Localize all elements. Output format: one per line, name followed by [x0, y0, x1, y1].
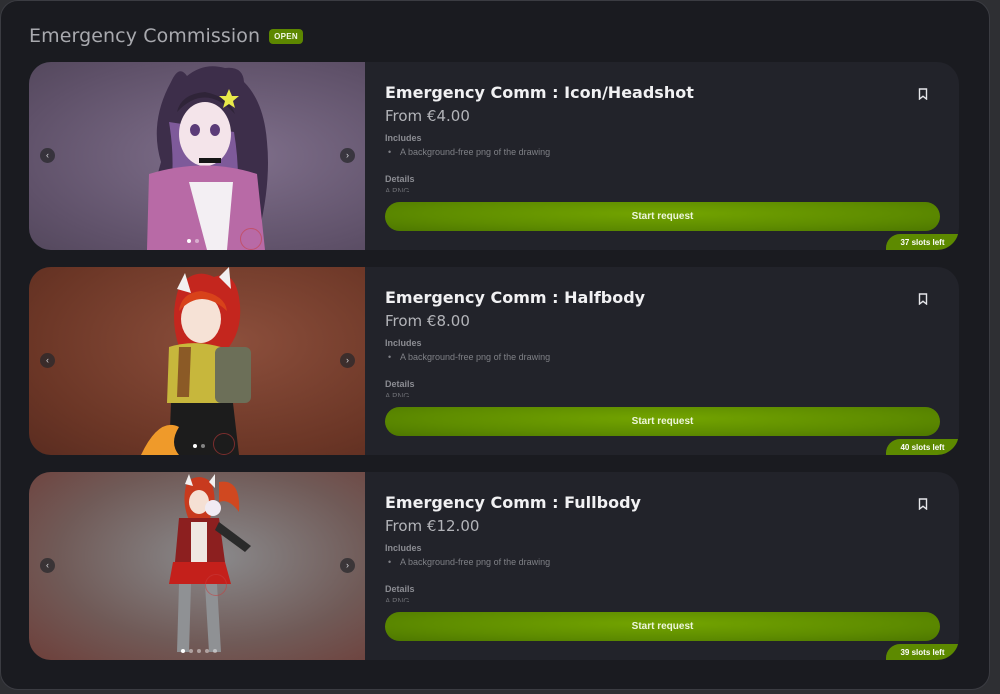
commission-card-headshot: ‹ › Emergency Comm : Icon/Headshot From … [29, 62, 959, 250]
start-request-button[interactable]: Start request [385, 407, 940, 436]
prev-image-button[interactable]: ‹ [40, 148, 55, 163]
commission-price: From €12.00 [385, 517, 480, 535]
image-dots [181, 649, 217, 653]
details-item: A PNG [385, 187, 410, 192]
status-badge: OPEN [269, 28, 304, 44]
card-info: Emergency Comm : Halfbody From €8.00 Inc… [385, 267, 959, 455]
section-header: Emergency Commission OPEN [29, 25, 304, 47]
details-item: A PNG [385, 392, 410, 397]
artist-watermark [205, 574, 227, 596]
next-image-button[interactable]: › [340, 148, 355, 163]
commission-card-halfbody: ‹ › Emergency Comm : Halfbody From €8.00… [29, 267, 959, 455]
image-dot[interactable] [201, 444, 205, 448]
image-gallery[interactable]: ‹ › [29, 62, 365, 250]
commission-price: From €8.00 [385, 312, 470, 330]
includes-item: A background-free png of the drawing [388, 557, 550, 567]
commission-panel: Emergency Commission OPEN ‹ › Emergency … [0, 0, 990, 690]
includes-label: Includes [385, 338, 422, 348]
image-dot[interactable] [197, 649, 201, 653]
bookmark-icon[interactable] [918, 293, 928, 305]
card-info: Emergency Comm : Fullbody From €12.00 In… [385, 472, 959, 660]
artwork-image [141, 267, 251, 455]
artwork-image [147, 66, 268, 250]
commission-card-fullbody: ‹ › Emergency Comm : Fullbody From €12.0… [29, 472, 959, 660]
includes-item: A background-free png of the drawing [388, 352, 550, 362]
commission-name: Emergency Comm : Icon/Headshot [385, 83, 694, 102]
image-gallery[interactable]: ‹ › [29, 267, 365, 455]
image-dot[interactable] [181, 649, 185, 653]
artist-watermark [240, 228, 262, 250]
prev-image-button[interactable]: ‹ [40, 353, 55, 368]
details-label: Details [385, 584, 415, 594]
image-gallery[interactable]: ‹ › [29, 472, 365, 660]
image-dot[interactable] [193, 444, 197, 448]
slots-left-badge: 40 slots left [886, 439, 959, 455]
image-dot[interactable] [195, 239, 199, 243]
chevron-right-icon: › [346, 150, 349, 160]
slots-left-badge: 37 slots left [886, 234, 959, 250]
includes-label: Includes [385, 133, 422, 143]
image-dot[interactable] [205, 649, 209, 653]
card-info: Emergency Comm : Icon/Headshot From €4.0… [385, 62, 959, 250]
artist-watermark [213, 433, 235, 455]
chevron-right-icon: › [346, 355, 349, 365]
bookmark-icon[interactable] [918, 88, 928, 100]
includes-label: Includes [385, 543, 422, 553]
image-dots [187, 239, 199, 243]
chevron-right-icon: › [346, 560, 349, 570]
chevron-left-icon: ‹ [46, 560, 49, 570]
next-image-button[interactable]: › [340, 353, 355, 368]
chevron-left-icon: ‹ [46, 150, 49, 160]
chevron-left-icon: ‹ [46, 355, 49, 365]
bookmark-icon[interactable] [918, 498, 928, 510]
details-item: A PNG [385, 597, 410, 602]
start-request-button[interactable]: Start request [385, 612, 940, 641]
details-label: Details [385, 379, 415, 389]
details-label: Details [385, 174, 415, 184]
commission-name: Emergency Comm : Fullbody [385, 493, 641, 512]
commission-price: From €4.00 [385, 107, 470, 125]
next-image-button[interactable]: › [340, 558, 355, 573]
prev-image-button[interactable]: ‹ [40, 558, 55, 573]
slots-left-badge: 39 slots left [886, 644, 959, 660]
image-dot[interactable] [187, 239, 191, 243]
start-request-button[interactable]: Start request [385, 202, 940, 231]
includes-item: A background-free png of the drawing [388, 147, 550, 157]
image-dot[interactable] [213, 649, 217, 653]
image-dot[interactable] [189, 649, 193, 653]
image-dots [193, 444, 205, 448]
commission-name: Emergency Comm : Halfbody [385, 288, 646, 307]
artwork-image [169, 474, 251, 652]
section-title: Emergency Commission [29, 25, 261, 47]
